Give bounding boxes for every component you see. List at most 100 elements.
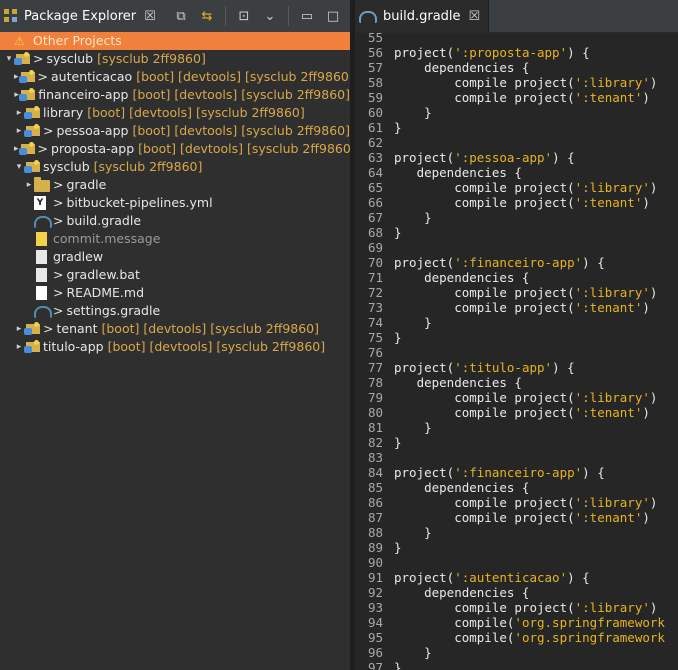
tree-item-label: library bbox=[43, 105, 84, 120]
tree-item[interactable]: ▸ > pessoa-app [boot] [devtools] [sysclub 2… bbox=[0, 122, 350, 140]
tree-item[interactable]: ▾ > sysclub [sysclub 2ff9860] bbox=[0, 50, 350, 68]
tree-item[interactable]: ▸ library [boot] [devtools] [sysclub 2ff98… bbox=[0, 104, 350, 122]
code-line[interactable]: 57 dependencies { bbox=[355, 60, 678, 75]
code-line[interactable]: 94 compile('org.springframework bbox=[355, 615, 678, 630]
code-line[interactable]: 62 bbox=[355, 135, 678, 150]
tree-item[interactable]: ▸ > tenant [boot] [devtools] [sysclub 2ff98… bbox=[0, 320, 350, 338]
code-line[interactable]: 77 project(':titulo-app') { bbox=[355, 360, 678, 375]
code-line[interactable]: 82} bbox=[355, 435, 678, 450]
tree-item[interactable]: ▸ financeiro-app [boot] [devtools] [sysclu… bbox=[0, 86, 350, 104]
code-line[interactable]: 97} bbox=[355, 660, 678, 670]
view-menu-icon[interactable]: ⌄ bbox=[259, 5, 281, 27]
line-number: 93 bbox=[367, 600, 383, 615]
code-line[interactable]: 83 bbox=[355, 450, 678, 465]
collapsed-arrow-icon[interactable]: ▸ bbox=[14, 338, 24, 356]
code-line[interactable]: 59 compile project(':tenant') bbox=[355, 90, 678, 105]
tree-item[interactable]: > gradlew.bat bbox=[0, 266, 350, 284]
close-editor-icon[interactable]: ☒ bbox=[469, 9, 481, 24]
expanded-arrow-icon[interactable]: ▾ bbox=[4, 50, 14, 68]
code-line[interactable]: 56 project(':proposta-app') { bbox=[355, 45, 678, 60]
code-line[interactable]: 67 } bbox=[355, 210, 678, 225]
collapsed-arrow-icon[interactable]: ▸ bbox=[14, 320, 24, 338]
code-line[interactable]: 89} bbox=[355, 540, 678, 555]
code-line[interactable]: 90 bbox=[355, 555, 678, 570]
package-explorer-view: Package Explorer ☒ ⧉ ⇆ ⊡ ⌄ ▭ □ ⚠ Other Project… bbox=[0, 0, 356, 670]
code-line[interactable]: 87 compile project(':tenant') bbox=[355, 510, 678, 525]
code-text: project(':financeiro-app') { bbox=[394, 465, 605, 480]
tree-item[interactable]: gradlew bbox=[0, 248, 350, 266]
tree-item[interactable]: ⚠ Other Projects bbox=[0, 32, 350, 50]
editor-tab-title: build.gradle bbox=[383, 8, 461, 24]
code-line[interactable]: 85 dependencies { bbox=[355, 480, 678, 495]
project-icon bbox=[24, 160, 40, 174]
expanded-arrow-icon[interactable]: ▾ bbox=[14, 158, 24, 176]
line-number: 80 bbox=[367, 405, 383, 420]
line-number: 72 bbox=[367, 285, 383, 300]
code-line[interactable]: 93 compile project(':library') bbox=[355, 600, 678, 615]
editor-tab-bar: build.gradle ☒ bbox=[355, 0, 678, 33]
line-number: 94 bbox=[367, 615, 383, 630]
line-number: 84 bbox=[367, 465, 383, 480]
code-line[interactable]: 84 project(':financeiro-app') { bbox=[355, 465, 678, 480]
package-explorer-tab[interactable]: Package Explorer ☒ bbox=[0, 0, 162, 32]
line-number: 78 bbox=[367, 375, 383, 390]
code-line[interactable]: 73 compile project(':tenant') bbox=[355, 300, 678, 315]
code-line[interactable]: 55 bbox=[355, 30, 678, 45]
code-line[interactable]: 60 } bbox=[355, 105, 678, 120]
code-line[interactable]: 61} bbox=[355, 120, 678, 135]
tree-item[interactable]: Y > bitbucket-pipelines.yml bbox=[0, 194, 350, 212]
minimize-icon[interactable]: ▭ bbox=[296, 5, 318, 27]
code-line[interactable]: 80 compile project(':tenant') bbox=[355, 405, 678, 420]
code-line[interactable]: 71 dependencies { bbox=[355, 270, 678, 285]
code-line[interactable]: 68} bbox=[355, 225, 678, 240]
code-line[interactable]: 79 compile project(':library') bbox=[355, 390, 678, 405]
code-line[interactable]: 70 project(':financeiro-app') { bbox=[355, 255, 678, 270]
line-number: 55 bbox=[367, 30, 383, 45]
code-line[interactable]: 69 bbox=[355, 240, 678, 255]
tree-item[interactable]: ▾ sysclub [sysclub 2ff9860] bbox=[0, 158, 350, 176]
code-line[interactable]: 78 dependencies { bbox=[355, 375, 678, 390]
code-text: } bbox=[394, 540, 402, 555]
code-line[interactable]: 74 } bbox=[355, 315, 678, 330]
dirty-marker: > bbox=[53, 303, 64, 318]
code-text: dependencies { bbox=[394, 270, 530, 285]
collapsed-arrow-icon[interactable]: ▸ bbox=[14, 122, 24, 140]
code-editor[interactable]: 55 56 project(':proposta-app') {57 depende… bbox=[355, 30, 678, 670]
line-number: 63 bbox=[367, 150, 383, 165]
tree-item-decorator: [boot] [devtools] [sysclub 2ff9860] bbox=[132, 123, 350, 138]
collapsed-arrow-icon[interactable]: ▸ bbox=[14, 104, 24, 122]
close-view-icon[interactable]: ☒ bbox=[144, 9, 156, 24]
code-line[interactable]: 92 dependencies { bbox=[355, 585, 678, 600]
code-line[interactable]: 76 bbox=[355, 345, 678, 360]
tree-item[interactable]: ▸ > gradle bbox=[0, 176, 350, 194]
tree-item[interactable]: ▸ titulo-app [boot] [devtools] [sysclub 2f… bbox=[0, 338, 350, 356]
tree-item[interactable]: ▸ > autenticacao [boot] [devtools] [sysclub… bbox=[0, 68, 354, 86]
code-line[interactable]: 72 compile project(':library') bbox=[355, 285, 678, 300]
code-line[interactable]: 96 } bbox=[355, 645, 678, 660]
code-line[interactable]: 64 dependencies { bbox=[355, 165, 678, 180]
code-line[interactable]: 91 project(':autenticacao') { bbox=[355, 570, 678, 585]
code-line[interactable]: 88 } bbox=[355, 525, 678, 540]
collapsed-arrow-icon[interactable]: ▸ bbox=[24, 176, 34, 194]
code-line[interactable]: 63 project(':pessoa-app') { bbox=[355, 150, 678, 165]
maximize-icon[interactable]: □ bbox=[322, 5, 344, 27]
dirty-marker: > bbox=[53, 213, 64, 228]
tree-item[interactable]: commit.message bbox=[0, 230, 350, 248]
tree-item[interactable]: > build.gradle bbox=[0, 212, 350, 230]
line-number: 71 bbox=[367, 270, 383, 285]
code-line[interactable]: 81 } bbox=[355, 420, 678, 435]
code-line[interactable]: 66 compile project(':tenant') bbox=[355, 195, 678, 210]
code-line[interactable]: 86 compile project(':library') bbox=[355, 495, 678, 510]
code-line[interactable]: 95 compile('org.springframework bbox=[355, 630, 678, 645]
code-line[interactable]: 58 compile project(':library') bbox=[355, 75, 678, 90]
tree-item-label: README.md bbox=[66, 285, 145, 300]
editor-tab-build-gradle[interactable]: build.gradle ☒ bbox=[355, 0, 490, 32]
link-with-editor-icon[interactable]: ⇆ bbox=[196, 5, 218, 27]
tree-item[interactable]: > README.md bbox=[0, 284, 350, 302]
code-line[interactable]: 65 compile project(':library') bbox=[355, 180, 678, 195]
collapse-all-icon[interactable]: ⧉ bbox=[170, 5, 192, 27]
focus-icon[interactable]: ⊡ bbox=[233, 5, 255, 27]
tree-item[interactable]: > settings.gradle bbox=[0, 302, 350, 320]
code-line[interactable]: 75} bbox=[355, 330, 678, 345]
tree-item[interactable]: ▸ > proposta-app [boot] [devtools] [sysclub… bbox=[0, 140, 356, 158]
